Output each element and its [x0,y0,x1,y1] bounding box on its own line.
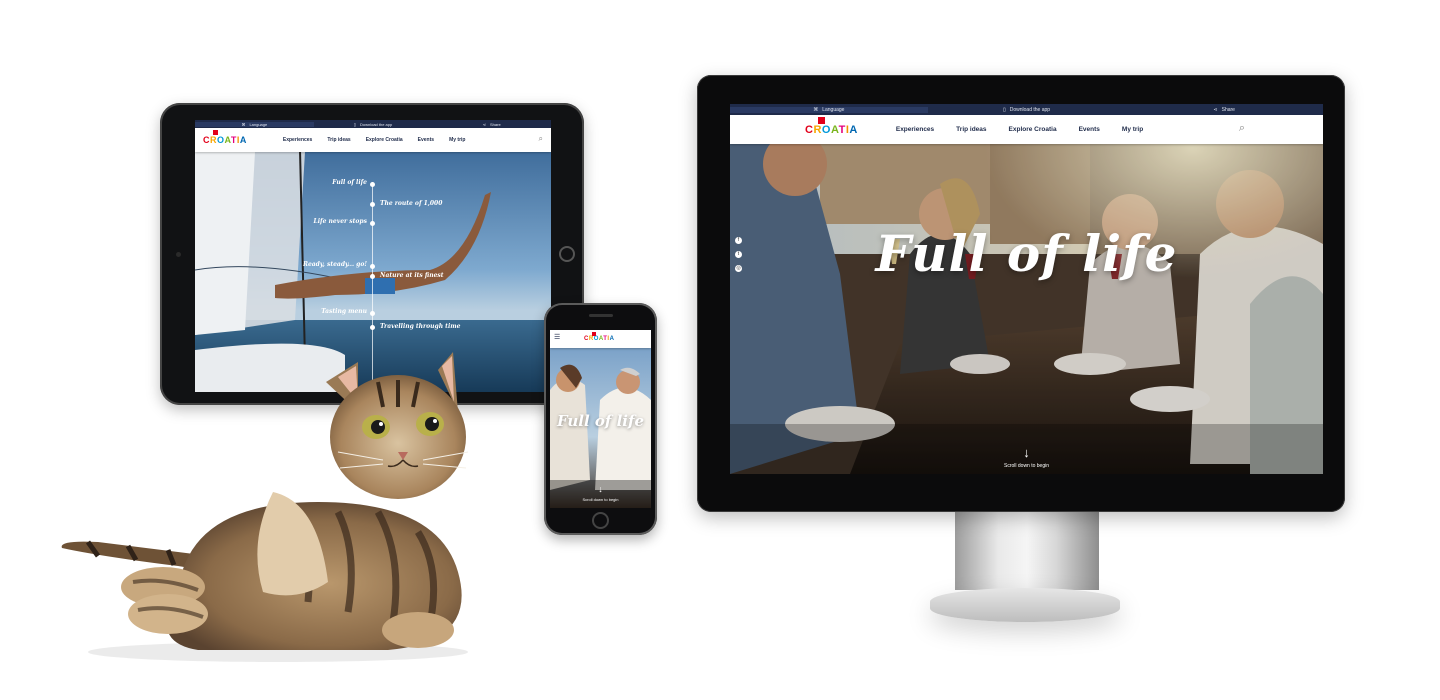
scroll-hint[interactable]: Scroll down to begin [730,463,1323,469]
desktop-logo[interactable]: CROATIA [805,116,858,136]
nav-events[interactable]: Events [1079,126,1100,133]
timeline-item[interactable]: Travelling through time [380,323,460,330]
tablet-home-button[interactable] [559,246,575,262]
monitor-stand-neck [955,512,1099,590]
timeline-dot [370,274,375,279]
phone-icon: ▯ [353,121,356,127]
tablet-language-item[interactable]: ⌘ Language [195,121,314,127]
desktop-share-item[interactable]: ⋖ Share [1125,107,1323,113]
globe-icon: ⌘ [813,106,819,113]
search-icon[interactable]: ⌕ [539,134,543,144]
desktop-topbar: ⌘ Language ▯ Download the app ⋖ Share [730,104,1323,115]
desktop-navbar: CROATIA Experiences Trip ideas Explore C… [730,115,1323,144]
timeline-item[interactable]: Full of life [332,179,367,186]
nav-trip-ideas[interactable]: Trip ideas [956,126,986,133]
mobile-screen: ☰ CROATIA Full of life ↓ Scroll down to … [550,330,651,508]
phone-icon: ▯ [1002,106,1006,113]
phone-home-button[interactable] [592,512,609,529]
mobile-scroll-hint[interactable]: Scroll down to begin [550,497,651,502]
share-icon: ⋖ [1213,106,1218,113]
nav-my-trip[interactable]: My trip [449,137,465,143]
desktop-nav-links: Experiences Trip ideas Explore Croatia E… [896,126,1143,133]
nav-experiences[interactable]: Experiences [283,137,312,143]
timeline-item[interactable]: Nature at its finest [380,272,444,279]
tablet-share-item[interactable]: ⋖ Share [432,122,551,127]
tablet-nav-links: Experiences Trip ideas Explore Croatia E… [283,137,466,143]
nav-trip-ideas[interactable]: Trip ideas [327,137,350,143]
tablet-topbar: ⌘ Language ▯ Download the app ⋖ Share [195,120,551,128]
monitor-stand-base [930,588,1120,622]
nav-my-trip[interactable]: My trip [1122,126,1143,133]
mobile-hero-headline: Full of life [557,412,644,430]
tablet-logo[interactable]: CROATIA [203,130,247,145]
tablet-download-item[interactable]: ▯ Download the app [314,122,433,127]
logo-flag-icon [592,332,596,336]
tabby-cat-image [61,352,469,662]
mobile-navbar: ☰ CROATIA [550,330,651,348]
desktop-download-item[interactable]: ▯ Download the app [928,107,1126,113]
nav-explore-croatia[interactable]: Explore Croatia [366,137,403,143]
timeline-item[interactable]: Ready, steady... go! [303,261,367,268]
search-icon[interactable]: ⌕ [1239,122,1245,135]
logo-flag-icon [213,130,218,135]
timeline-dot [370,311,375,316]
share-icon: ⋖ [482,121,487,127]
desktop-language-item[interactable]: ⌘ Language [730,106,928,113]
timeline-item[interactable]: The route of 1,000 [380,200,442,207]
globe-icon: ⌘ [241,121,246,127]
nav-events[interactable]: Events [418,137,434,143]
tablet-navbar: CROATIA Experiences Trip ideas Explore C… [195,128,551,152]
nav-explore-croatia[interactable]: Explore Croatia [1009,126,1057,133]
timeline-item[interactable]: Tasting menu [321,308,367,315]
tablet-camera [176,252,181,257]
timeline-dot [370,221,375,226]
arrow-down-icon[interactable]: ↓ [730,446,1323,459]
timeline-dot [370,182,375,187]
hamburger-menu-icon[interactable]: ☰ [554,333,560,341]
logo-flag-icon [818,116,825,124]
mobile-logo[interactable]: CROATIA [584,332,614,342]
arrow-down-icon[interactable]: ↓ [550,485,651,494]
timeline-dot [370,325,375,330]
desktop-screen: ⌘ Language ▯ Download the app ⋖ Share CR… [730,104,1323,474]
desktop-hero-photo [730,104,1323,474]
timeline-dot [370,264,375,269]
hero-headline: Full of life [875,224,1178,283]
timeline-item[interactable]: Life never stops [314,218,367,225]
phone-speaker [589,314,613,317]
timeline-dot [370,202,375,207]
nav-experiences[interactable]: Experiences [896,126,934,133]
